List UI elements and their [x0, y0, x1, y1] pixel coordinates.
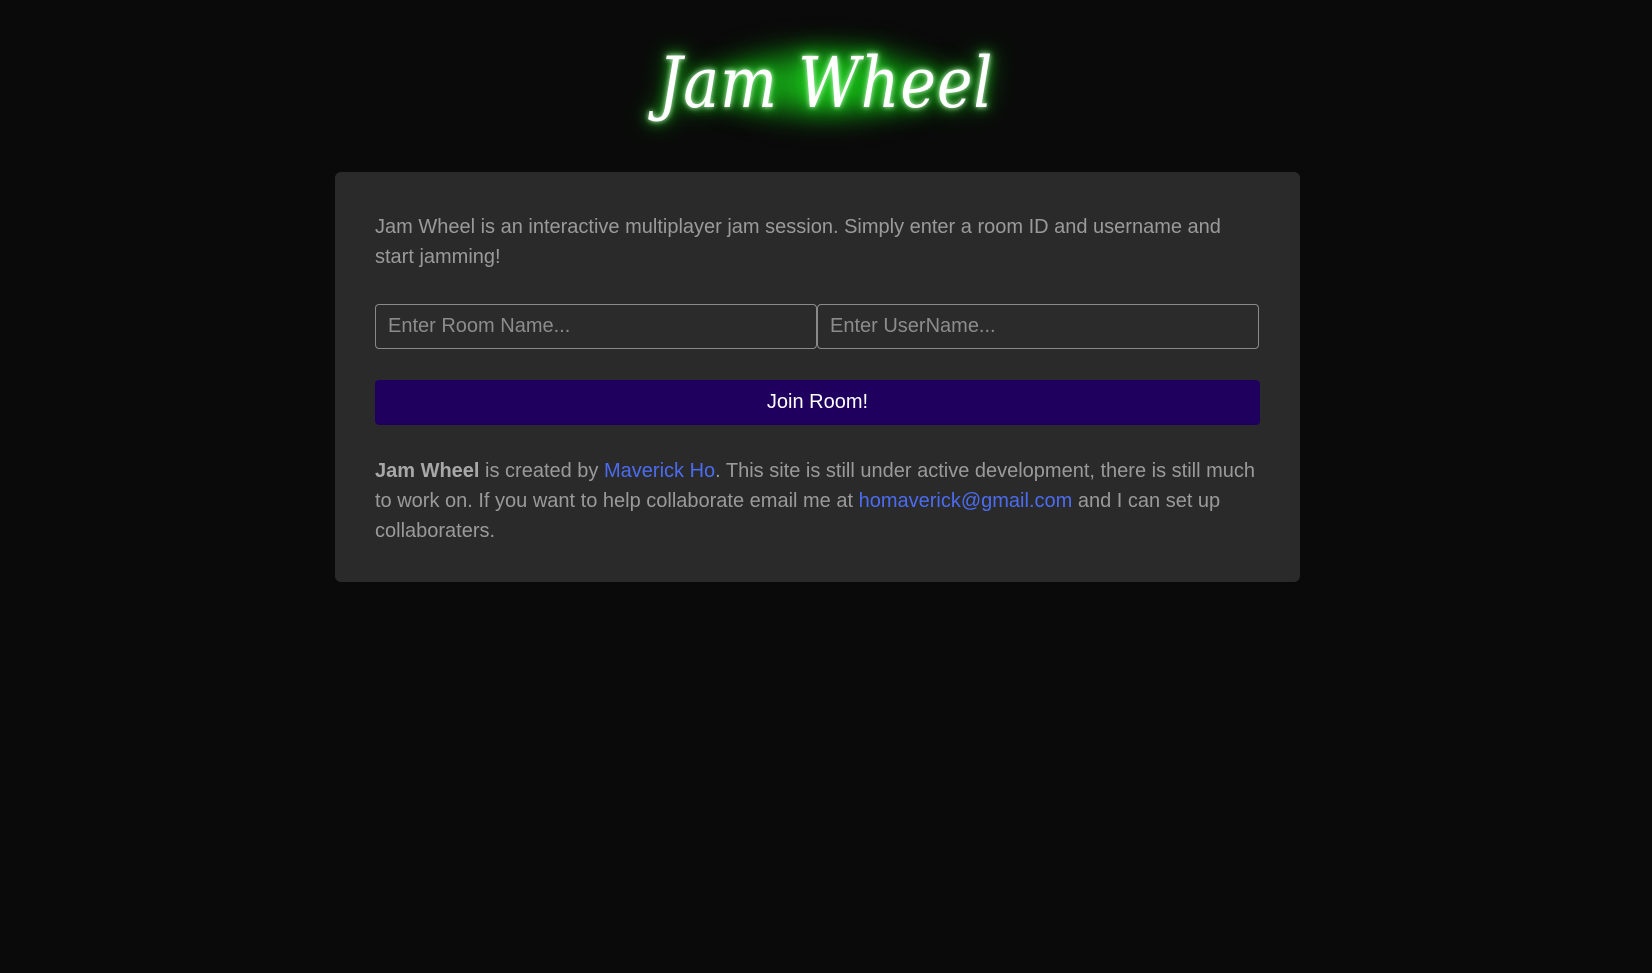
- credits-text-part-1: is created by: [479, 460, 604, 482]
- room-name-input[interactable]: [375, 304, 817, 349]
- credits-brand: Jam Wheel: [375, 460, 480, 482]
- author-link[interactable]: Maverick Ho: [604, 460, 715, 482]
- header: Jam Wheel: [0, 18, 1652, 148]
- email-link[interactable]: homaverick@gmail.com: [859, 490, 1073, 512]
- site-logo: Jam Wheel: [658, 42, 994, 124]
- username-input[interactable]: [817, 304, 1259, 349]
- join-form-inputs: [375, 304, 1260, 349]
- credits-text: Jam Wheel is created by Maverick Ho. Thi…: [375, 456, 1260, 546]
- join-card: Jam Wheel is an interactive multiplayer …: [335, 172, 1300, 582]
- join-room-button[interactable]: Join Room!: [375, 380, 1260, 425]
- intro-text: Jam Wheel is an interactive multiplayer …: [375, 216, 1221, 268]
